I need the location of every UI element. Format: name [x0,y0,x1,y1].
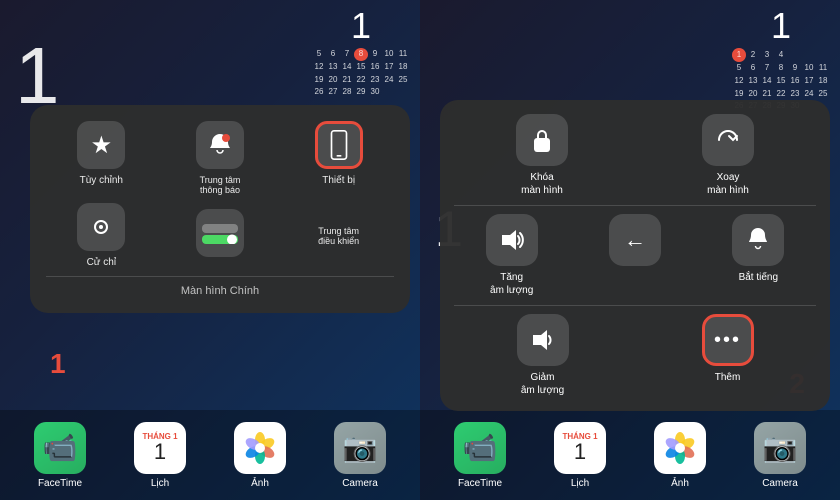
khoa-icon [516,114,568,166]
right-dock-lich[interactable]: THÁNG 1 1 Lịch [554,422,606,489]
right-day-number: 1 [732,8,830,44]
right-dock-camera[interactable]: 📷 Camera [754,422,806,489]
right-divider-1 [454,205,816,206]
lich-label: Lịch [151,478,169,489]
left-calendar-table: 567891011 12131415161718 19202122232425 … [312,48,410,99]
tang-am-icon [486,214,538,266]
menu-item-tuy-chinh[interactable]: ★ Tùy chỉnh [46,121,157,195]
right-dock-anh[interactable]: Ảnh [654,422,706,489]
right-anh-icon [654,422,706,474]
cu-chi-icon [77,203,125,251]
right-menu-mid-row: Tăngâm lượng ← Bắt tiếng [454,214,816,297]
camera-label: Camera [342,478,378,489]
tuy-chinh-icon: ★ [77,121,125,169]
them-icon: ••• [702,314,754,366]
right-anh-label: Ảnh [671,478,689,489]
menu-bat-tieng[interactable]: Bắt tiếng [701,214,816,297]
xoay-icon [702,114,754,166]
right-menu-bot-row: Giảmâm lượng ••• Thêm [454,314,816,397]
facetime-label: FaceTime [38,478,82,489]
thong-bao-icon [196,121,244,169]
menu-item-thiet-bi[interactable]: Thiết bị [283,121,394,195]
menu-xoay-man-hinh[interactable]: Xoaymàn hình [640,114,816,197]
dock-anh[interactable]: Ảnh [234,422,286,489]
them-label: Thêm [715,371,741,384]
right-divider-2 [454,305,816,306]
menu-item-thong-bao[interactable]: Trung tâmthông báo [165,121,276,195]
menu-giam-am-luong[interactable]: Giảmâm lượng [454,314,631,397]
menu-khoa-man-hinh[interactable]: Khóamàn hình [454,114,630,197]
left-day-number: 1 [312,8,410,44]
dock-lich[interactable]: THÁNG 1 1 Lịch [134,422,186,489]
dock-facetime[interactable]: 📹 FaceTime [34,422,86,489]
tuy-chinh-label: Tùy chỉnh [80,175,123,186]
right-facetime-icon: 📹 [454,422,506,474]
lich-icon: THÁNG 1 1 [134,422,186,474]
menu-them[interactable]: ••• Thêm [639,314,816,397]
right-phone-panel: 1 1234 567891011 12131415161718 19202122… [420,0,840,500]
right-lich-icon: THÁNG 1 1 [554,422,606,474]
xoay-label: Xoaymàn hình [707,171,749,197]
right-camera-label: Camera [762,478,798,489]
back-icon: ← [609,214,661,266]
menu-back[interactable]: ← [577,214,692,297]
cu-chi-label: Cử chỉ [87,257,116,268]
left-dock: 📹 FaceTime THÁNG 1 1 Lịch [0,410,420,500]
camera-icon: 📷 [334,422,386,474]
right-lich-label: Lịch [571,478,589,489]
trung-tam-label: Trung tâmđiều khiển [318,226,359,246]
dock-camera[interactable]: 📷 Camera [334,422,386,489]
menu-item-trung-tam[interactable]: Trung tâmđiều khiển [283,226,394,246]
divider [46,276,394,277]
tang-am-label: Tăngâm lượng [490,271,533,297]
menu-item-toggle[interactable] [165,209,276,263]
thong-bao-label: Trung tâmthông báo [200,175,241,195]
menu-title-label: Màn hình Chính [46,285,394,297]
right-menu-top-row: Khóamàn hình Xoaymàn hình [454,114,816,197]
bat-tieng-label: Bắt tiếng [739,271,778,284]
right-dock: 📹 FaceTime THÁNG 1 1 Lịch [420,410,840,500]
facetime-icon: 📹 [34,422,86,474]
right-camera-icon: 📷 [754,422,806,474]
left-calendar-widget: 1 567891011 12131415161718 1920212223242… [312,8,410,99]
right-facetime-label: FaceTime [458,478,502,489]
right-calendar-widget: 1 1234 567891011 12131415161718 19202122… [732,8,830,113]
giam-am-icon [517,314,569,366]
menu-tang-am-luong[interactable]: Tăngâm lượng [454,214,569,297]
bat-tieng-icon [732,214,784,266]
thiet-bi-icon [315,121,363,169]
step-number-1: 1 [50,348,66,380]
giam-am-label: Giảmâm lượng [521,371,564,397]
toggle-icon [196,209,244,257]
khoa-label: Khóamàn hình [521,171,563,197]
left-context-menu: ★ Tùy chỉnh Trung tâmthông báo [30,105,410,313]
right-dock-facetime[interactable]: 📹 FaceTime [454,422,506,489]
menu-item-cu-chi[interactable]: Cử chỉ [46,203,157,268]
left-phone-panel: 1 567891011 12131415161718 1920212223242… [0,0,420,500]
thiet-bi-label: Thiết bị [322,175,355,186]
anh-label: Ảnh [251,478,269,489]
right-context-menu: Khóamàn hình Xoaymàn hình [440,100,830,411]
anh-icon [234,422,286,474]
